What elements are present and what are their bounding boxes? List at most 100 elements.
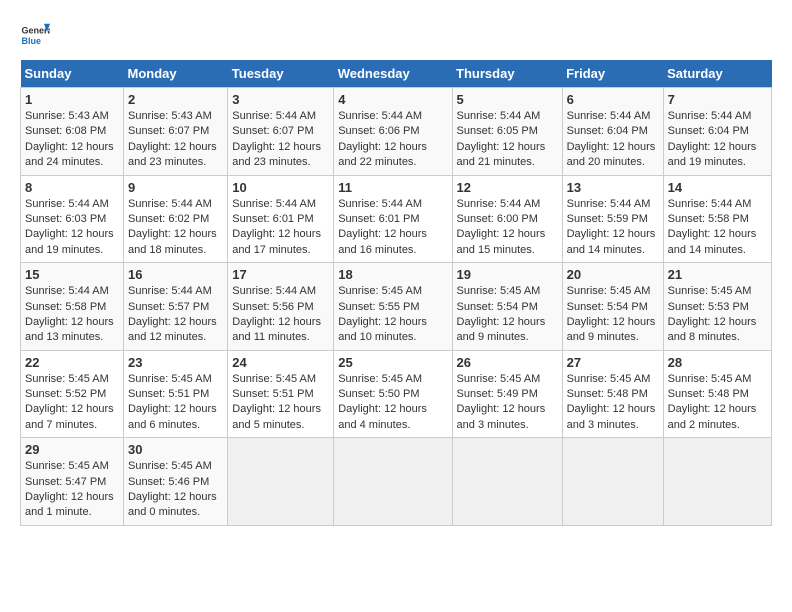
week-row-1: 1 Sunrise: 5:43 AMSunset: 6:08 PMDaylight… <box>21 88 772 176</box>
day-info: Sunrise: 5:44 AMSunset: 6:02 PMDaylight:… <box>128 197 223 259</box>
day-cell-7: 7 Sunrise: 5:44 AMSunset: 6:04 PMDaylight… <box>663 88 771 176</box>
day-cell-21: 21 Sunrise: 5:45 AMSunset: 5:53 PMDayligh… <box>663 263 771 351</box>
day-number: 23 <box>128 355 223 370</box>
day-cell-3: 3Sunrise: 5:44 AMSunset: 6:07 PMDaylight… <box>228 88 334 176</box>
day-info: Sunrise: 5:45 AMSunset: 5:51 PMDaylight:… <box>232 372 329 434</box>
day-info: Sunrise: 5:45 AMSunset: 5:54 PMDaylight:… <box>457 284 558 346</box>
col-header-tuesday: Tuesday <box>228 60 334 88</box>
day-info: Sunrise: 5:44 AMSunset: 6:03 PMDaylight:… <box>25 197 119 259</box>
day-cell-17: 17Sunrise: 5:44 AMSunset: 5:56 PMDayligh… <box>228 263 334 351</box>
day-info: Sunrise: 5:44 AMSunset: 6:00 PMDaylight:… <box>457 197 558 259</box>
day-cell-empty <box>562 438 663 526</box>
day-cell-empty <box>228 438 334 526</box>
day-cell-15: 15 Sunrise: 5:44 AMSunset: 5:58 PMDayligh… <box>21 263 124 351</box>
col-header-saturday: Saturday <box>663 60 771 88</box>
day-info: Sunrise: 5:45 AMSunset: 5:46 PMDaylight:… <box>128 459 223 521</box>
col-header-thursday: Thursday <box>452 60 562 88</box>
day-number: 22 <box>25 355 119 370</box>
day-info: Sunrise: 5:44 AMSunset: 5:58 PMDaylight:… <box>668 197 767 259</box>
day-cell-30: 30 Sunrise: 5:45 AMSunset: 5:46 PMDayligh… <box>123 438 227 526</box>
week-row-4: 22 Sunrise: 5:45 AMSunset: 5:52 PMDayligh… <box>21 350 772 438</box>
day-number: 17 <box>232 267 329 282</box>
week-row-3: 15 Sunrise: 5:44 AMSunset: 5:58 PMDayligh… <box>21 263 772 351</box>
day-info: Sunrise: 5:45 AMSunset: 5:48 PMDaylight:… <box>668 372 767 434</box>
day-cell-empty <box>334 438 452 526</box>
day-cell-10: 10 Sunrise: 5:44 AMSunset: 6:01 PMDayligh… <box>228 175 334 263</box>
day-cell-2: 2 Sunrise: 5:43 AMSunset: 6:07 PMDaylight… <box>123 88 227 176</box>
day-number: 14 <box>668 180 767 195</box>
day-info: Sunrise: 5:45 AMSunset: 5:50 PMDaylight:… <box>338 372 447 434</box>
day-number: 19 <box>457 267 558 282</box>
day-cell-26: 26 Sunrise: 5:45 AMSunset: 5:49 PMDayligh… <box>452 350 562 438</box>
day-cell-1: 1 Sunrise: 5:43 AMSunset: 6:08 PMDaylight… <box>21 88 124 176</box>
header-row: SundayMondayTuesdayWednesdayThursdayFrid… <box>21 60 772 88</box>
col-header-friday: Friday <box>562 60 663 88</box>
day-info: Sunrise: 5:44 AMSunset: 5:57 PMDaylight:… <box>128 284 223 346</box>
day-number: 26 <box>457 355 558 370</box>
day-info: Sunrise: 5:45 AMSunset: 5:54 PMDaylight:… <box>567 284 659 346</box>
col-header-monday: Monday <box>123 60 227 88</box>
day-info: Sunrise: 5:45 AMSunset: 5:47 PMDaylight:… <box>25 459 119 521</box>
day-number: 20 <box>567 267 659 282</box>
day-cell-18: 18 Sunrise: 5:45 AMSunset: 5:55 PMDayligh… <box>334 263 452 351</box>
day-info: Sunrise: 5:44 AMSunset: 5:58 PMDaylight:… <box>25 284 119 346</box>
day-info: Sunrise: 5:44 AMSunset: 6:01 PMDaylight:… <box>338 197 447 259</box>
logo: GeneralBlue <box>20 20 50 50</box>
day-info: Sunrise: 5:44 AMSunset: 5:59 PMDaylight:… <box>567 197 659 259</box>
day-number: 18 <box>338 267 447 282</box>
day-cell-22: 22 Sunrise: 5:45 AMSunset: 5:52 PMDayligh… <box>21 350 124 438</box>
day-number: 30 <box>128 442 223 457</box>
day-cell-empty <box>452 438 562 526</box>
day-cell-20: 20 Sunrise: 5:45 AMSunset: 5:54 PMDayligh… <box>562 263 663 351</box>
day-number: 27 <box>567 355 659 370</box>
week-row-2: 8 Sunrise: 5:44 AMSunset: 6:03 PMDaylight… <box>21 175 772 263</box>
day-number: 11 <box>338 180 447 195</box>
day-info: Sunrise: 5:45 AMSunset: 5:49 PMDaylight:… <box>457 372 558 434</box>
day-cell-6: 6 Sunrise: 5:44 AMSunset: 6:04 PMDaylight… <box>562 88 663 176</box>
day-number: 29 <box>25 442 119 457</box>
day-number: 9 <box>128 180 223 195</box>
day-number: 25 <box>338 355 447 370</box>
day-info: Sunrise: 5:45 AMSunset: 5:53 PMDaylight:… <box>668 284 767 346</box>
day-info: Sunrise: 5:45 AMSunset: 5:48 PMDaylight:… <box>567 372 659 434</box>
day-cell-empty <box>663 438 771 526</box>
day-number: 28 <box>668 355 767 370</box>
day-info: Sunrise: 5:45 AMSunset: 5:55 PMDaylight:… <box>338 284 447 346</box>
day-cell-5: 5Sunrise: 5:44 AMSunset: 6:05 PMDaylight… <box>452 88 562 176</box>
day-info: Sunrise: 5:44 AMSunset: 6:01 PMDaylight:… <box>232 197 329 259</box>
day-number: 15 <box>25 267 119 282</box>
col-header-sunday: Sunday <box>21 60 124 88</box>
day-number: 4 <box>338 92 447 107</box>
calendar-table: SundayMondayTuesdayWednesdayThursdayFrid… <box>20 60 772 526</box>
day-cell-13: 13 Sunrise: 5:44 AMSunset: 5:59 PMDayligh… <box>562 175 663 263</box>
day-cell-29: 29 Sunrise: 5:45 AMSunset: 5:47 PMDayligh… <box>21 438 124 526</box>
day-info: Sunrise: 5:44 AMSunset: 6:06 PMDaylight:… <box>338 109 447 171</box>
day-cell-16: 16 Sunrise: 5:44 AMSunset: 5:57 PMDayligh… <box>123 263 227 351</box>
day-cell-14: 14 Sunrise: 5:44 AMSunset: 5:58 PMDayligh… <box>663 175 771 263</box>
day-info: Sunrise: 5:43 AMSunset: 6:08 PMDaylight:… <box>25 109 119 171</box>
day-number: 8 <box>25 180 119 195</box>
day-number: 10 <box>232 180 329 195</box>
day-number: 3 <box>232 92 329 107</box>
day-cell-4: 4 Sunrise: 5:44 AMSunset: 6:06 PMDaylight… <box>334 88 452 176</box>
svg-text:Blue: Blue <box>22 36 42 46</box>
day-info: Sunrise: 5:44 AMSunset: 6:04 PMDaylight:… <box>567 109 659 171</box>
day-number: 21 <box>668 267 767 282</box>
day-info: Sunrise: 5:45 AMSunset: 5:51 PMDaylight:… <box>128 372 223 434</box>
day-number: 24 <box>232 355 329 370</box>
day-number: 7 <box>668 92 767 107</box>
day-number: 2 <box>128 92 223 107</box>
day-info: Sunrise: 5:43 AMSunset: 6:07 PMDaylight:… <box>128 109 223 171</box>
day-cell-8: 8 Sunrise: 5:44 AMSunset: 6:03 PMDaylight… <box>21 175 124 263</box>
day-cell-27: 27 Sunrise: 5:45 AMSunset: 5:48 PMDayligh… <box>562 350 663 438</box>
day-cell-19: 19 Sunrise: 5:45 AMSunset: 5:54 PMDayligh… <box>452 263 562 351</box>
header: GeneralBlue <box>20 20 772 50</box>
day-number: 1 <box>25 92 119 107</box>
day-number: 6 <box>567 92 659 107</box>
day-number: 13 <box>567 180 659 195</box>
day-info: Sunrise: 5:45 AMSunset: 5:52 PMDaylight:… <box>25 372 119 434</box>
day-info: Sunrise: 5:44 AMSunset: 6:04 PMDaylight:… <box>668 109 767 171</box>
day-cell-9: 9 Sunrise: 5:44 AMSunset: 6:02 PMDaylight… <box>123 175 227 263</box>
day-number: 16 <box>128 267 223 282</box>
week-row-5: 29 Sunrise: 5:45 AMSunset: 5:47 PMDayligh… <box>21 438 772 526</box>
